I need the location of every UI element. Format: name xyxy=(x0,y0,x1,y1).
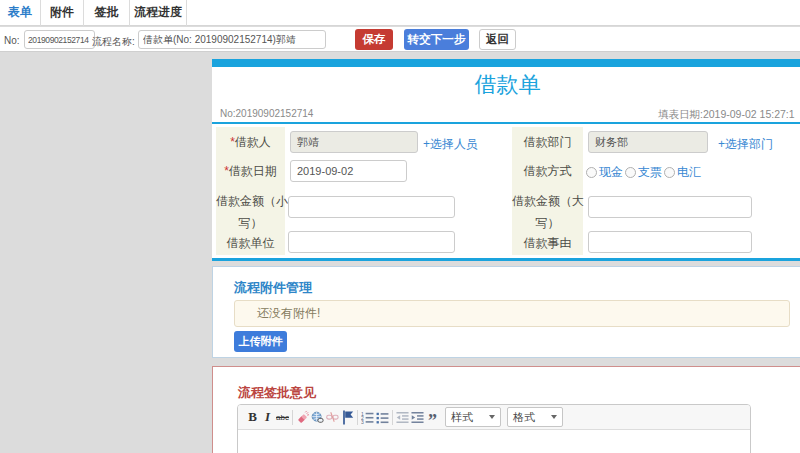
radio-icon[interactable] xyxy=(625,167,636,178)
amount-upper-label-line2: 写） xyxy=(512,215,583,232)
attachments-panel: 流程附件管理 还没有附件! 上传附件 xyxy=(212,266,800,358)
department-input[interactable] xyxy=(588,131,708,153)
back-button[interactable]: 返回 xyxy=(479,29,516,50)
approval-title: 流程签批意见 xyxy=(238,384,316,402)
radio-icon[interactable] xyxy=(586,167,597,178)
strikethrough-icon[interactable]: abc xyxy=(276,409,289,426)
toolbar-separator xyxy=(292,410,293,425)
unit-input[interactable] xyxy=(288,231,455,253)
amount-lower-label-line2: 写） xyxy=(216,215,285,232)
panel-bottom-bar xyxy=(212,258,800,261)
radio-cash[interactable]: 现金 xyxy=(586,164,623,181)
loan-date-input[interactable] xyxy=(290,160,407,182)
remove-format-icon[interactable] xyxy=(296,409,309,426)
page: 表单 附件 签批 流程进度 No: 流程名称: 保存 转交下一步 返回 借款单 … xyxy=(0,0,800,453)
tab-attachment[interactable]: 附件 xyxy=(41,0,84,26)
approval-panel: 流程签批意见 B I abc xyxy=(212,366,800,453)
tab-approve[interactable]: 签批 xyxy=(84,0,130,26)
action-toolbar: No: 流程名称: 保存 转交下一步 返回 xyxy=(0,27,800,52)
method-radios: 现金 支票 电汇 xyxy=(586,164,701,181)
flow-name-label: 流程名称: xyxy=(92,35,135,49)
form-panel: 借款单 No:20190902152714 填表日期:2019-09-02 15… xyxy=(212,59,800,261)
no-label: No: xyxy=(4,35,20,46)
divider xyxy=(212,122,800,124)
select-person-link[interactable]: +选择人员 xyxy=(423,136,478,153)
format-combo[interactable]: 格式 xyxy=(507,407,563,427)
no-attachment-message: 还没有附件! xyxy=(234,300,790,327)
anchor-flag-icon[interactable] xyxy=(341,409,354,426)
upload-attachment-button[interactable]: 上传附件 xyxy=(234,331,287,352)
styles-combo[interactable]: 样式 xyxy=(445,407,501,427)
tab-form[interactable]: 表单 xyxy=(0,0,41,26)
next-step-button[interactable]: 转交下一步 xyxy=(404,29,469,50)
department-label: 借款部门 xyxy=(512,134,583,151)
svg-text:3: 3 xyxy=(361,418,364,423)
tab-bar: 表单 附件 签批 流程进度 xyxy=(0,0,800,26)
flow-name-input[interactable] xyxy=(138,30,326,49)
indent-icon[interactable] xyxy=(411,409,424,426)
unlink-icon[interactable] xyxy=(326,409,339,426)
toolbar-separator xyxy=(392,410,393,425)
radio-check[interactable]: 支票 xyxy=(625,164,662,181)
editor-toolbar: B I abc 123 xyxy=(238,405,750,430)
amount-lower-input[interactable] xyxy=(288,196,455,218)
attachments-title: 流程附件管理 xyxy=(234,279,312,297)
no-input[interactable] xyxy=(24,30,95,49)
dropdown-caret-icon xyxy=(551,415,557,419)
link-icon[interactable] xyxy=(311,409,324,426)
radio-wire[interactable]: 电汇 xyxy=(664,164,701,181)
borrower-label: *借款人 xyxy=(216,134,285,151)
loan-date-label: *借款日期 xyxy=(216,163,285,180)
form-no-text: No:20190902152714 xyxy=(220,108,313,119)
unit-label: 借款单位 xyxy=(216,235,285,252)
save-button[interactable]: 保存 xyxy=(355,29,393,50)
form-title: 借款单 xyxy=(212,70,800,100)
tab-progress[interactable]: 流程进度 xyxy=(130,0,187,26)
rich-text-editor: B I abc 123 xyxy=(237,404,751,453)
bold-icon[interactable]: B xyxy=(246,409,259,426)
toolbar-separator xyxy=(357,410,358,425)
select-department-link[interactable]: +选择部门 xyxy=(718,136,773,153)
dropdown-caret-icon xyxy=(489,415,495,419)
amount-lower-label-line1: 借款金额（小 xyxy=(216,193,285,210)
reason-input[interactable] xyxy=(588,231,752,253)
bulleted-list-icon[interactable] xyxy=(376,409,389,426)
blockquote-icon[interactable]: ” xyxy=(426,409,439,426)
method-label: 借款方式 xyxy=(512,163,583,180)
form-fill-date: 填表日期:2019-09-02 15:27:1 xyxy=(658,108,795,122)
editor-content-area[interactable] xyxy=(238,430,750,453)
amount-upper-label-line1: 借款金额（大 xyxy=(512,193,583,210)
reason-label: 借款事由 xyxy=(512,235,583,252)
borrower-input[interactable] xyxy=(290,131,418,153)
amount-upper-input[interactable] xyxy=(588,196,752,218)
numbered-list-icon[interactable]: 123 xyxy=(361,409,374,426)
panel-top-bar xyxy=(212,59,800,67)
outdent-icon[interactable] xyxy=(396,409,409,426)
radio-icon[interactable] xyxy=(664,167,675,178)
italic-icon[interactable]: I xyxy=(261,409,274,426)
